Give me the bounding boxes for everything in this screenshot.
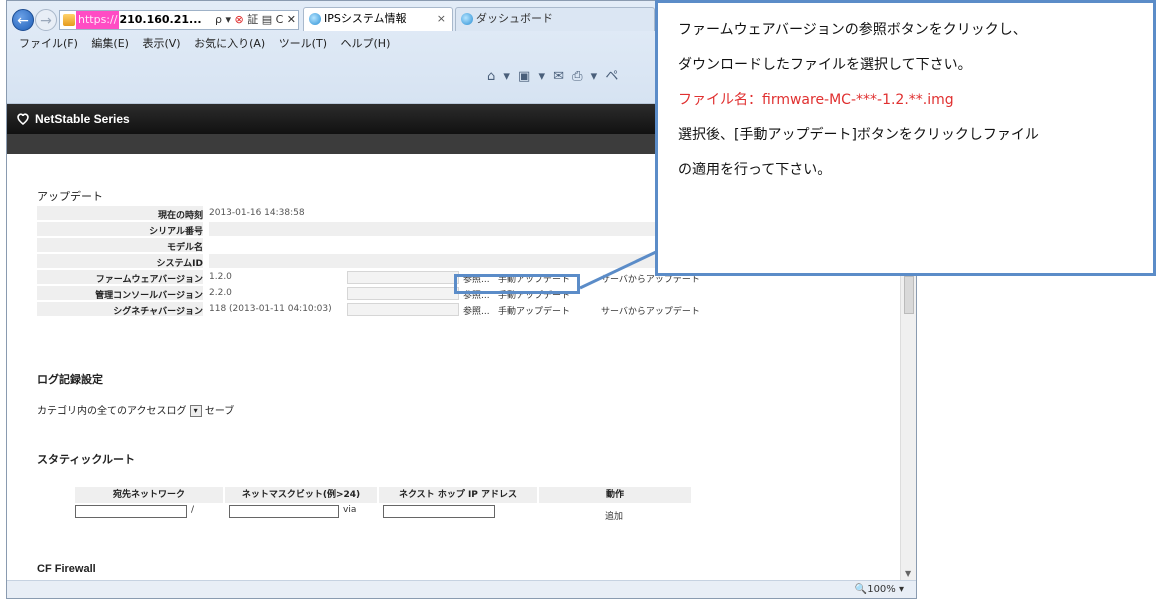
signature-version-label: シグネチャバージョン	[113, 307, 203, 317]
via-separator: via	[343, 505, 357, 515]
current-time-value: 2013-01-16 14:38:58	[209, 208, 305, 218]
forward-button[interactable]: →	[35, 9, 57, 31]
address-host: 210.160.21...	[119, 13, 202, 26]
console-version-label: 管理コンソールバージョン	[95, 291, 203, 301]
console-version-value: 2.2.0	[209, 288, 232, 298]
brand-title: NetStable Series	[35, 112, 130, 126]
callout-connector	[579, 250, 657, 290]
add-route-button[interactable]: 追加	[605, 509, 623, 522]
callout-line-4: 選択後、[手動アップデート]ボタンをクリックしファイル	[678, 127, 1039, 143]
tab-close-icon[interactable]: ×	[437, 8, 446, 30]
log-save-button[interactable]: セーブ	[205, 406, 234, 417]
scrollbar-thumb[interactable]	[904, 276, 914, 314]
ie-tab-icon	[461, 13, 473, 25]
tab-dashboard[interactable]: ダッシュボード	[455, 7, 655, 31]
log-setting-row: カテゴリ内の全てのアクセスログ ▾ セーブ	[37, 402, 234, 417]
firmware-file-input[interactable]	[347, 271, 459, 284]
tab-label: ダッシュボード	[476, 12, 553, 25]
callout-line-5: の適用を行って下さい。	[678, 162, 832, 178]
next-hop-ip-input[interactable]	[383, 505, 495, 518]
cf-firewall-title: CF Firewall	[37, 563, 96, 575]
col-netmask-bits: ネットマスクビット(例>24)	[225, 487, 377, 503]
certificate-error-icon[interactable]: ⊗	[235, 13, 244, 26]
address-controls[interactable]: ρ ▾ ⊗ 証 ▤ C ✕	[215, 11, 296, 29]
menu-help[interactable]: ヘルプ(H)	[341, 37, 391, 50]
menu-favorites[interactable]: お気に入り(A)	[194, 37, 265, 50]
row-bg	[209, 222, 697, 236]
slash-separator: /	[191, 505, 195, 515]
menu-edit[interactable]: 編集(E)	[91, 37, 129, 50]
command-bar[interactable]: ⌂ ▾ ▣ ▾ ✉ ⎙ ▾ ペ	[487, 65, 620, 84]
menu-tools[interactable]: ツール(T)	[279, 37, 327, 50]
menu-bar: ファイル(F) 編集(E) 表示(V) お気に入り(A) ツール(T) ヘルプ(…	[19, 35, 400, 51]
col-destination-network: 宛先ネットワーク	[75, 487, 223, 503]
address-bar[interactable]: https://210.160.21... ρ ▾ ⊗ 証 ▤ C ✕	[59, 10, 299, 30]
ie-tab-icon	[309, 13, 321, 25]
console-file-input[interactable]	[347, 287, 459, 300]
serial-number-label: シリアル番号	[149, 227, 203, 237]
search-dropdown-icon: ρ ▾	[215, 13, 235, 26]
menu-file[interactable]: ファイル(F)	[19, 37, 78, 50]
system-id-label: システムID	[156, 259, 203, 269]
screenshot-stage: ← → https://210.160.21... ρ ▾ ⊗ 証 ▤ C ✕ …	[0, 0, 1156, 599]
col-next-hop-ip: ネクスト ホップ IP アドレス	[379, 487, 537, 503]
menu-view[interactable]: 表示(V)	[142, 37, 180, 50]
netmask-bits-input[interactable]	[229, 505, 339, 518]
chevron-down-icon[interactable]: ▾	[189, 405, 202, 417]
instruction-callout: ファームウェアバージョンの参照ボタンをクリックし、 ダウンロードしたファイルを選…	[655, 0, 1156, 276]
netstable-logo-icon	[17, 113, 29, 126]
address-actions-icon[interactable]: 証 ▤ C ✕	[244, 13, 296, 26]
static-route-title: スタティックルート	[37, 453, 136, 466]
log-category-select[interactable]: カテゴリ内の全てのアクセスログ	[37, 406, 187, 417]
zoom-control[interactable]: 🔍100% ▾	[855, 584, 904, 595]
update-section-title: アップデート	[37, 190, 103, 203]
firmware-version-label: ファームウェアバージョン	[95, 275, 203, 285]
current-time-label: 現在の時刻	[157, 211, 203, 221]
signature-file-input[interactable]	[347, 303, 459, 316]
col-action: 動作	[539, 487, 691, 503]
signature-manual-update-button[interactable]: 手動アップデート	[498, 304, 570, 317]
log-section-title: ログ記録設定	[37, 373, 103, 386]
model-name-label: モデル名	[166, 243, 203, 253]
tab-label: IPSシステム情報	[324, 12, 407, 25]
callout-line-1: ファームウェアバージョンの参照ボタンをクリックし、	[678, 22, 1027, 38]
signature-server-update-button[interactable]: サーバからアップデート	[601, 304, 700, 317]
firmware-version-value: 1.2.0	[209, 272, 232, 282]
back-button[interactable]: ←	[12, 9, 34, 31]
signature-version-value: 118 (2013-01-11 04:10:03)	[209, 304, 332, 314]
status-bar: 🔍100% ▾	[7, 580, 916, 598]
tab-ips-system-info[interactable]: IPSシステム情報 ×	[303, 7, 453, 31]
address-scheme: https://	[76, 11, 120, 29]
callout-line-2: ダウンロードしたファイルを選択して下さい。	[678, 57, 972, 73]
browse-highlight-box	[454, 274, 580, 294]
scroll-down-icon[interactable]: ▼	[905, 569, 911, 578]
signature-browse-button[interactable]: 参照...	[463, 304, 490, 317]
destination-network-input[interactable]	[75, 505, 187, 518]
site-favicon-icon	[63, 14, 75, 26]
callout-filename: ファイル名：firmware-MC-***-1.2.**.img	[678, 92, 954, 108]
